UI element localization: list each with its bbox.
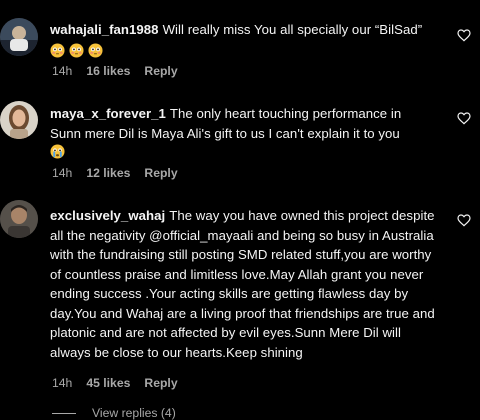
heart-icon[interactable] [456, 27, 472, 43]
comment-text: The way you have owned this project desp… [50, 208, 435, 360]
comment-likes[interactable]: 16 likes [86, 64, 130, 78]
avatar[interactable] [0, 18, 38, 56]
avatar-photo-icon [0, 200, 38, 238]
comment-username[interactable]: exclusively_wahaj [50, 208, 165, 223]
divider-line [52, 412, 76, 414]
comment-text: Will really miss You all specially our “… [162, 22, 423, 37]
reply-button[interactable]: Reply [144, 166, 177, 180]
comment-body: wahajali_fan1988 Will really miss You all… [50, 20, 435, 59]
comment-body: maya_x_forever_1 The only heart touching … [50, 104, 435, 163]
emoji-row [50, 42, 103, 58]
comment-likes[interactable]: 12 likes [86, 166, 130, 180]
crying-face-icon [50, 144, 65, 159]
comment-time: 14h [52, 166, 73, 180]
view-replies-label: View replies (4) [92, 406, 176, 420]
avatar-photo-icon [0, 101, 38, 139]
comment-meta: 14h 45 likes Reply [52, 376, 178, 390]
heart-icon[interactable] [456, 212, 472, 228]
avatar[interactable] [0, 200, 38, 238]
avatar[interactable] [0, 101, 38, 139]
comment-meta: 14h 16 likes Reply [52, 64, 178, 78]
comment-time: 14h [52, 376, 73, 390]
comment-username[interactable]: maya_x_forever_1 [50, 106, 166, 121]
view-replies-button[interactable]: View replies (4) [52, 406, 176, 420]
flushed-face-icon [88, 42, 103, 58]
flushed-face-icon [50, 42, 65, 58]
comment-likes[interactable]: 45 likes [86, 376, 130, 390]
flushed-face-icon [69, 42, 84, 58]
comment-time: 14h [52, 64, 73, 78]
avatar-photo-icon [0, 18, 38, 56]
reply-button[interactable]: Reply [144, 376, 177, 390]
heart-icon[interactable] [456, 110, 472, 126]
comment-meta: 14h 12 likes Reply [52, 166, 178, 180]
comment-username[interactable]: wahajali_fan1988 [50, 22, 159, 37]
comment-body: exclusively_wahaj The way you have owned … [50, 206, 435, 362]
reply-button[interactable]: Reply [144, 64, 177, 78]
